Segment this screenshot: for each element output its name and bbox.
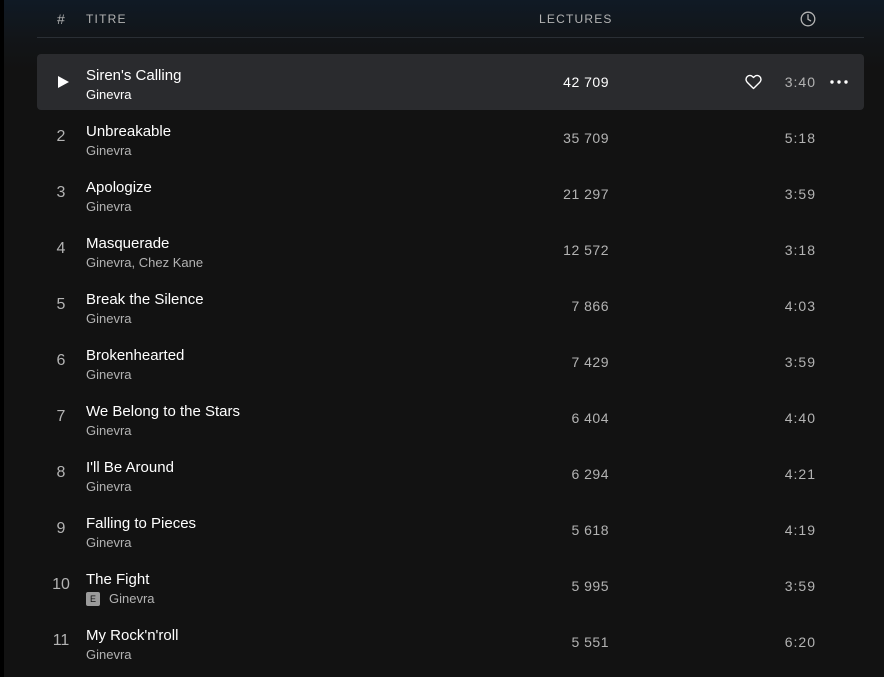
track-row[interactable]: 9 Falling to Pieces Ginevra 5 618 4:19 [37, 502, 864, 558]
tracklist-header: # TITRE LECTURES [37, 0, 864, 38]
track-title[interactable]: We Belong to the Stars [86, 403, 240, 420]
track-duration: 5:18 [784, 130, 816, 146]
track-duration: 3:18 [784, 242, 816, 258]
track-artist[interactable]: Ginevra [86, 311, 132, 326]
track-row[interactable]: 8 I'll Be Around Ginevra 6 294 4:21 [37, 446, 864, 502]
track-row[interactable]: 11 My Rock'n'roll Ginevra 5 551 6:20 [37, 614, 864, 670]
track-title[interactable]: Brokenhearted [86, 347, 184, 364]
tracklist-panel: # TITRE LECTURES Siren's Calling Ginevra 4… [0, 0, 884, 677]
track-duration: 4:21 [784, 466, 816, 482]
track-number: 3 [56, 184, 66, 201]
track-duration: 4:19 [784, 522, 816, 538]
track-number: 7 [56, 408, 66, 425]
track-artist-line: Ginevra [86, 535, 132, 550]
track-artist[interactable]: Ginevra [109, 591, 155, 606]
header-plays[interactable]: LECTURES [539, 12, 613, 26]
more-options-icon[interactable] [830, 80, 848, 84]
track-title[interactable]: My Rock'n'roll [86, 627, 178, 644]
track-duration: 3:59 [784, 186, 816, 202]
track-artist-line: Ginevra [86, 199, 132, 214]
track-title[interactable]: Masquerade [86, 235, 169, 252]
track-title[interactable]: Unbreakable [86, 123, 171, 140]
track-artist-line: Ginevra [86, 87, 132, 102]
header-number: # [57, 11, 65, 27]
track-duration: 6:20 [784, 634, 816, 650]
track-artist-line: Ginevra [86, 143, 132, 158]
track-duration: 4:40 [784, 410, 816, 426]
track-number: 4 [56, 240, 66, 257]
track-artist[interactable]: Ginevra [86, 535, 132, 550]
track-title[interactable]: Siren's Calling [86, 67, 181, 84]
track-number: 2 [56, 128, 66, 145]
track-plays: 5 551 [571, 634, 609, 650]
track-row[interactable]: Siren's Calling Ginevra 42 709 3:40 [37, 54, 864, 110]
track-title[interactable]: Break the Silence [86, 291, 204, 308]
explicit-badge: E [86, 591, 100, 606]
track-title[interactable]: Apologize [86, 179, 152, 196]
track-artist[interactable]: Ginevra [86, 423, 132, 438]
track-plays: 21 297 [563, 186, 609, 202]
track-number: 9 [56, 520, 66, 537]
track-artist-line: Ginevra [86, 647, 132, 662]
track-row[interactable]: 6 Brokenhearted Ginevra 7 429 3:59 [37, 334, 864, 390]
panel-edge [0, 0, 4, 677]
track-number: 8 [56, 464, 66, 481]
track-artist[interactable]: Ginevra [86, 199, 132, 214]
track-row[interactable]: 5 Break the Silence Ginevra 7 866 4:03 [37, 278, 864, 334]
track-plays: 6 294 [571, 466, 609, 482]
track-duration: 3:59 [784, 578, 816, 594]
track-number: 5 [56, 296, 66, 313]
track-number: 6 [56, 352, 66, 369]
track-number: 10 [52, 576, 70, 593]
track-plays: 12 572 [563, 242, 609, 258]
heart-icon[interactable] [745, 74, 762, 90]
track-duration: 4:03 [784, 298, 816, 314]
track-artist[interactable]: Ginevra, Chez Kane [86, 255, 203, 270]
track-artist-line: Ginevra [86, 311, 132, 326]
track-plays: 42 709 [563, 74, 609, 90]
track-row[interactable]: 7 We Belong to the Stars Ginevra 6 404 4:40 [37, 390, 864, 446]
header-title[interactable]: TITRE [86, 12, 127, 26]
track-artist[interactable]: Ginevra [86, 367, 132, 382]
track-list: Siren's Calling Ginevra 42 709 3:40 2 Unbreak… [37, 54, 864, 670]
track-artist-line: Ginevra [86, 367, 132, 382]
track-plays: 5 995 [571, 578, 609, 594]
track-plays: 7 429 [571, 354, 609, 370]
track-artist[interactable]: Ginevra [86, 87, 132, 102]
track-plays: 6 404 [571, 410, 609, 426]
track-artist[interactable]: Ginevra [86, 647, 132, 662]
track-row[interactable]: 3 Apologize Ginevra 21 297 3:59 [37, 166, 864, 222]
track-artist-line: Ginevra [86, 423, 132, 438]
track-plays: 35 709 [563, 130, 609, 146]
track-artist[interactable]: Ginevra [86, 143, 132, 158]
clock-icon[interactable] [800, 11, 816, 27]
track-row[interactable]: 4 Masquerade Ginevra, Chez Kane 12 572 3:18 [37, 222, 864, 278]
track-number: 11 [52, 632, 70, 649]
track-row[interactable]: 2 Unbreakable Ginevra 35 709 5:18 [37, 110, 864, 166]
track-title[interactable]: Falling to Pieces [86, 515, 196, 532]
play-icon[interactable] [56, 75, 70, 89]
track-plays: 7 866 [571, 298, 609, 314]
track-artist-line: E Ginevra [86, 591, 155, 606]
track-artist-line: Ginevra, Chez Kane [86, 255, 203, 270]
track-artist[interactable]: Ginevra [86, 479, 132, 494]
track-title[interactable]: I'll Be Around [86, 459, 174, 476]
track-row[interactable]: 10 The Fight E Ginevra 5 995 3:59 [37, 558, 864, 614]
track-plays: 5 618 [571, 522, 609, 538]
track-duration: 3:40 [784, 74, 816, 90]
track-title[interactable]: The Fight [86, 571, 149, 588]
track-artist-line: Ginevra [86, 479, 132, 494]
track-duration: 3:59 [784, 354, 816, 370]
